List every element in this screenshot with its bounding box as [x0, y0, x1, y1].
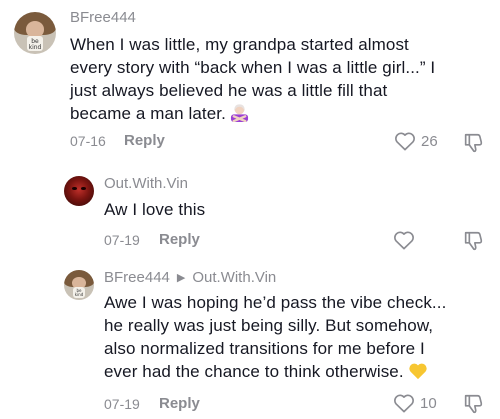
like-button[interactable]: 26	[394, 131, 438, 151]
comment-username[interactable]: BFree444 ▶ Out.With.Vin	[104, 269, 276, 286]
heart-icon	[393, 230, 415, 250]
like-count: 10	[420, 394, 437, 412]
like-button[interactable]: 10	[393, 393, 437, 413]
comment-text: Aw I love this	[104, 200, 206, 219]
reply-button[interactable]: Reply	[124, 132, 165, 149]
thumbs-down-icon	[462, 394, 484, 419]
reply-button[interactable]: Reply	[159, 231, 200, 248]
avatar[interactable]: be kind	[64, 270, 94, 300]
heart-icon	[394, 131, 416, 151]
heart-icon	[393, 393, 415, 413]
reply-button[interactable]: Reply	[159, 395, 200, 412]
reply-arrow-icon: ▶	[176, 272, 186, 284]
comment-date: 07-19	[104, 396, 140, 412]
like-button[interactable]	[393, 230, 420, 250]
comment-text: Awe I was hoping he’d pass the vibe chec…	[104, 291, 494, 386]
thumbs-down-icon	[462, 133, 484, 158]
comment-date: 07-16	[70, 133, 106, 149]
yellow-heart-emoji	[408, 362, 428, 386]
avatar[interactable]	[64, 176, 94, 206]
comment-username[interactable]: Out.With.Vin	[104, 175, 188, 192]
comment-username[interactable]: BFree444	[70, 9, 136, 26]
dislike-button[interactable]	[462, 132, 484, 159]
comment-date: 07-19	[104, 232, 140, 248]
reply-to-username[interactable]: Out.With.Vin	[192, 269, 276, 286]
dislike-button[interactable]	[462, 230, 484, 257]
comment-text: When I was little, my grandpa started al…	[70, 33, 490, 128]
thumbs-down-icon	[462, 231, 484, 256]
woman-gesturing-no-emoji	[230, 103, 249, 128]
like-count: 26	[421, 132, 438, 150]
dislike-button[interactable]	[462, 393, 484, 419]
avatar[interactable]: be kind	[14, 12, 56, 54]
